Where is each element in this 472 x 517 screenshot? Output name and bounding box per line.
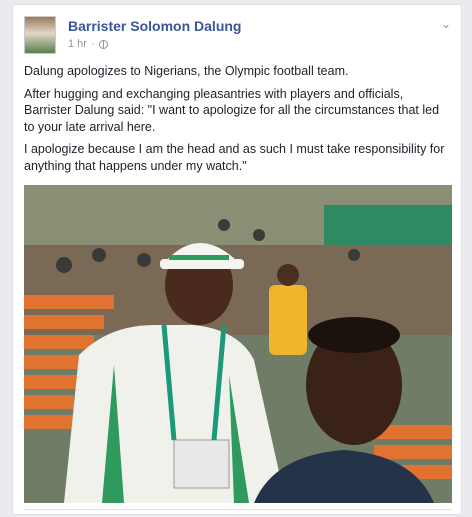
post-timestamp[interactable]: 1 hr: [68, 38, 87, 50]
post-divider: [24, 509, 452, 510]
post-paragraph-1: Dalung apologizes to Nigerians, the Olym…: [24, 64, 349, 78]
globe-icon[interactable]: [98, 39, 108, 49]
post-photo[interactable]: [24, 185, 452, 503]
post-card: Barrister Solomon Dalung 1 hr · ⌄ Dalung…: [12, 4, 462, 515]
chevron-down-icon[interactable]: ⌄: [441, 17, 451, 31]
post-paragraph-3: I apologize because I am the head and as…: [24, 142, 445, 173]
post-paragraph-2: After hugging and exchanging pleasantrie…: [24, 86, 440, 134]
post-meta: 1 hr ·: [68, 38, 108, 50]
author-name[interactable]: Barrister Solomon Dalung: [68, 18, 241, 34]
stadium-photo: [24, 185, 452, 503]
post-text: Dalung apologizes to Nigerians, the Olym…: [24, 63, 452, 180]
author-avatar[interactable]: [24, 16, 56, 54]
meta-separator: ·: [90, 38, 95, 50]
